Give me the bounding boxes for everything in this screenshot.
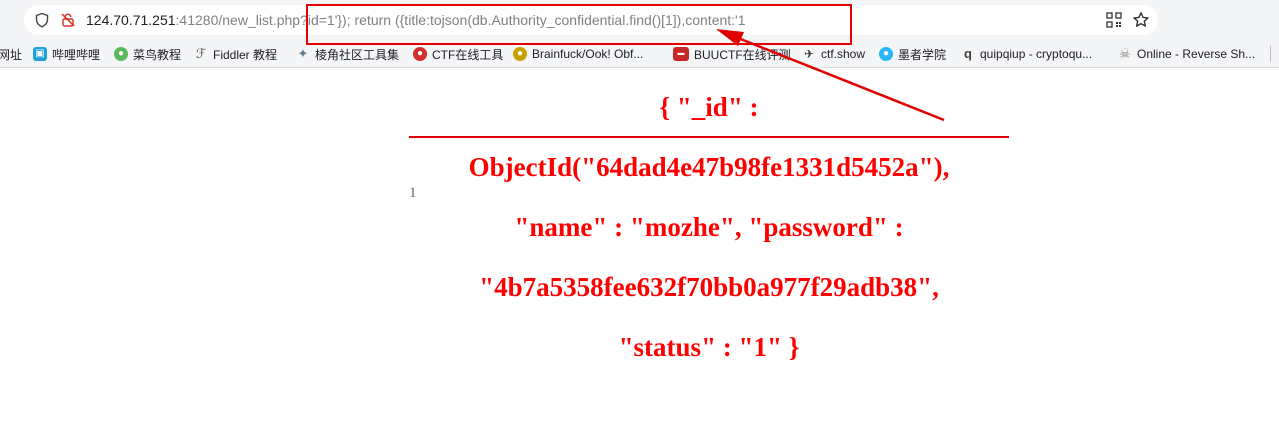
- result-line: "4b7a5358fee632f70bb0a977f29adb38",: [479, 272, 939, 302]
- bookmark-item[interactable]: 网址: [0, 40, 22, 68]
- ctfshow-icon: ✈: [803, 47, 815, 61]
- qr-code-icon[interactable]: [1106, 12, 1122, 28]
- bookmark-label: BUUCTF在线评测: [694, 47, 791, 62]
- shield-icon[interactable]: [34, 12, 50, 28]
- ctf-tools-icon: ●: [413, 47, 427, 61]
- bookmark-label: Fiddler 教程: [213, 47, 278, 62]
- bookmark-label: Brainfuck/Ook! Obf...: [532, 47, 644, 61]
- annotation-highlight-box: [306, 4, 852, 45]
- bookmark-label: CTF在线工具: [432, 47, 504, 62]
- bookmark-label: Online - Reverse Sh...: [1137, 47, 1256, 61]
- mozhe-icon: ●: [879, 47, 893, 61]
- bookmark-star-icon[interactable]: [1132, 11, 1150, 29]
- page-content: { "_id" : ObjectId("64dad4e47b98fe1331d5…: [0, 68, 1279, 428]
- bilibili-icon: ▣: [33, 47, 47, 61]
- bookmark-label: 菜鸟教程: [133, 47, 182, 62]
- bookmark-label: 网址: [0, 47, 23, 62]
- not-secure-icon[interactable]: [60, 12, 76, 28]
- row-number: 1: [409, 185, 417, 201]
- skull-icon: ☠: [1119, 46, 1131, 61]
- quipqiup-icon: q: [964, 46, 972, 61]
- bookmark-item[interactable]: q quipqiup - cryptoqu...: [961, 40, 1092, 68]
- bookmarks-separator: [1270, 46, 1271, 62]
- bookmark-label: 棱角社区工具集: [315, 47, 400, 62]
- result-line: "name" : "mozhe", "password" :: [514, 212, 904, 242]
- brainfuck-icon: ●: [513, 47, 527, 61]
- url-host: 124.70.71.251: [86, 12, 176, 28]
- bookmark-item[interactable]: ▣ 哔哩哔哩: [33, 40, 100, 68]
- bookmark-item[interactable]: ● 墨者学院: [879, 40, 946, 68]
- runoob-icon: ●: [114, 47, 128, 61]
- bookmark-label: 哔哩哔哩: [52, 47, 101, 62]
- result-line: { "_id" :: [659, 92, 759, 122]
- tools-icon: ✦: [297, 46, 309, 61]
- bookmark-label: ctf.show: [821, 47, 866, 61]
- fiddler-icon: ℱ: [195, 46, 207, 61]
- bookmark-label: 墨者学院: [898, 47, 947, 62]
- buuctf-icon: ▬: [673, 47, 689, 61]
- result-line: "status" : "1" }: [618, 332, 800, 362]
- bookmark-item[interactable]: ☠ Online - Reverse Sh...: [1118, 40, 1255, 68]
- bookmark-label: quipqiup - cryptoqu...: [980, 47, 1093, 61]
- bookmark-item[interactable]: ● 菜鸟教程: [114, 40, 181, 68]
- result-line: ObjectId("64dad4e47b98fe1331d5452a"),: [468, 152, 950, 182]
- bookmark-item[interactable]: ℱ Fiddler 教程: [194, 40, 277, 68]
- title-underline: [409, 136, 1009, 138]
